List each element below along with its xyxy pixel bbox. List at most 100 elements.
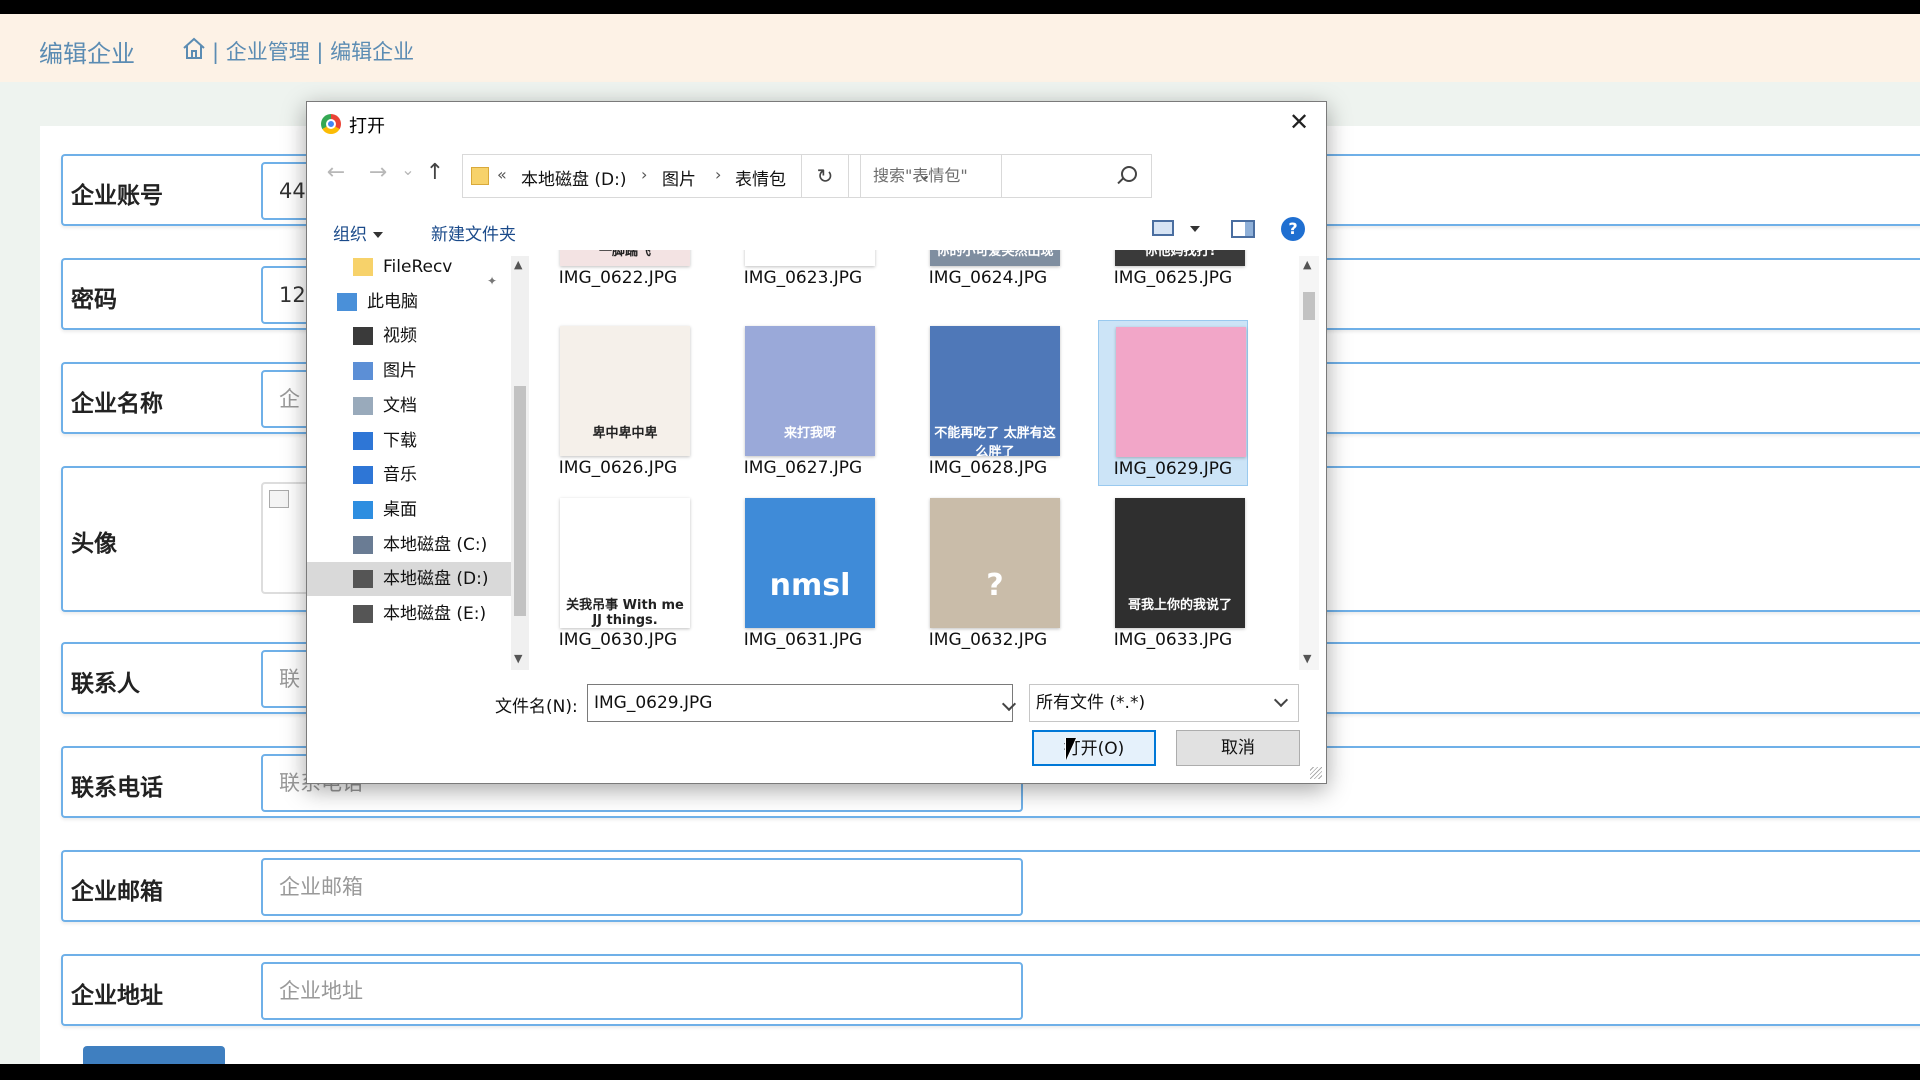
address-label: 企业地址 bbox=[71, 983, 163, 1009]
refresh-icon[interactable]: ↻ bbox=[801, 154, 849, 198]
tree-item[interactable]: 视频 bbox=[307, 319, 511, 353]
files-scrollbar[interactable]: ▲ ▼ bbox=[1299, 256, 1319, 670]
file-name: IMG_0632.JPG bbox=[928, 630, 1048, 650]
address-input[interactable]: 企业地址 bbox=[261, 962, 1023, 1020]
search-input[interactable]: 搜索"表情包" bbox=[860, 154, 1152, 198]
search-icon[interactable] bbox=[1121, 166, 1137, 182]
avatar-upload[interactable] bbox=[261, 482, 311, 594]
file-item[interactable]: 你的小可爱突然出现 IMG_0624.JPG bbox=[913, 250, 1063, 296]
scroll-up-icon[interactable]: ▲ bbox=[514, 258, 522, 271]
filetype-select[interactable]: 所有文件 (*.*) bbox=[1029, 684, 1299, 722]
tree-item[interactable]: 音乐 bbox=[307, 458, 511, 492]
tree-item[interactable]: 桌面 bbox=[307, 493, 511, 527]
chevron-down-icon bbox=[1273, 692, 1289, 708]
file-name: IMG_0631.JPG bbox=[743, 630, 863, 650]
phone-label: 联系电话 bbox=[71, 775, 163, 801]
close-icon[interactable]: ✕ bbox=[1282, 106, 1316, 138]
address-crumb-pictures[interactable]: 图片 bbox=[662, 165, 696, 190]
filename-input[interactable]: IMG_0629.JPG bbox=[587, 684, 1017, 722]
file-item[interactable]: 不能再吃了 太胖有这么胖了 IMG_0628.JPG bbox=[913, 320, 1063, 486]
thumbnail-caption: 一脚踹飞 bbox=[598, 250, 651, 259]
scroll-down-icon[interactable]: ▼ bbox=[1303, 652, 1311, 665]
file-item[interactable]: nmsl IMG_0631.JPG bbox=[728, 492, 878, 658]
scroll-down-icon[interactable]: ▼ bbox=[514, 652, 522, 665]
dialog-titlebar[interactable]: 打开 ✕ bbox=[307, 102, 1326, 142]
thumbnail-caption: 关我吊事 With me JJ things. bbox=[566, 598, 684, 628]
image-thumbnail: nmsl bbox=[745, 498, 875, 628]
tree-item-label: 下载 bbox=[383, 430, 417, 451]
tree-item[interactable]: 本地磁盘 (E:) bbox=[307, 597, 511, 631]
header-bar: 编辑企业 | 企业管理 | 编辑企业 bbox=[0, 14, 1920, 82]
address-crumb-drive[interactable]: 本地磁盘 (D:) bbox=[521, 165, 627, 190]
tree-item[interactable]: 本地磁盘 (D:) bbox=[307, 562, 511, 597]
file-open-dialog: 打开 ✕ ← → ⌄ ↑ « 本地磁盘 (D:) › 图片 › 表情包 ⌄ ↻ … bbox=[306, 101, 1327, 784]
file-item[interactable]: 关我吊事 With me JJ things. IMG_0630.JPG bbox=[543, 492, 693, 658]
files-scroll-thumb[interactable] bbox=[1303, 292, 1315, 320]
tree-scrollbar[interactable]: ▲ ▼ bbox=[511, 256, 529, 670]
tree-item-label: 此电脑 bbox=[367, 291, 418, 312]
tree-item-label: 图片 bbox=[383, 361, 417, 382]
file-item[interactable]: 一脚踹飞 IMG_0622.JPG bbox=[543, 250, 693, 296]
tree-item[interactable]: 图片 bbox=[307, 354, 511, 388]
file-item[interactable]: 哥我上你的我说了 IMG_0633.JPG bbox=[1098, 492, 1248, 658]
navigation-tree: FileRecv ✦ 此电脑视频图片文档下载音乐 桌面本地磁盘 (C:) 本地磁盘 (D… bbox=[307, 250, 511, 670]
file-grid: 一脚踹飞 IMG_0622.JPG IMG_0623.JPG 你的小可爱突然出现 IMG… bbox=[543, 250, 1267, 670]
tree-item[interactable]: FileRecv ✦ bbox=[307, 250, 511, 288]
resize-grip-icon[interactable] bbox=[1310, 767, 1322, 779]
file-name: IMG_0627.JPG bbox=[743, 458, 863, 478]
submit-button[interactable] bbox=[83, 1046, 225, 1064]
thumbnail-caption: 哥我上你的我说了 bbox=[1127, 598, 1232, 613]
file-item[interactable]: 卑中卑中卑 IMG_0626.JPG bbox=[543, 320, 693, 486]
address-sep: › bbox=[641, 165, 648, 184]
home-icon[interactable] bbox=[180, 34, 208, 62]
tree-item-label: 本地磁盘 (C:) bbox=[383, 534, 488, 555]
tree-scroll-thumb[interactable] bbox=[514, 386, 526, 616]
image-thumbnail: 不能再吃了 太胖有这么胖了 bbox=[930, 326, 1060, 456]
tree-item[interactable]: 此电脑 bbox=[307, 285, 511, 319]
image-thumbnail: 来打我呀 bbox=[745, 326, 875, 456]
up-icon[interactable]: ↑ bbox=[422, 160, 448, 185]
drive-c-icon bbox=[353, 535, 373, 554]
file-item[interactable]: IMG_0623.JPG bbox=[728, 250, 878, 296]
image-thumbnail: 哥我上你的我说了 bbox=[1115, 498, 1245, 628]
tree-item[interactable]: 本地磁盘 (C:) bbox=[307, 528, 511, 562]
tree-item[interactable]: 文档 bbox=[307, 389, 511, 423]
file-item[interactable]: ? IMG_0632.JPG bbox=[913, 492, 1063, 658]
scroll-up-icon[interactable]: ▲ bbox=[1303, 258, 1311, 271]
thumbnail-caption: 你的小可爱突然出现 bbox=[936, 250, 1054, 259]
file-item[interactable]: IMG_0629.JPG bbox=[1098, 320, 1248, 486]
dropdown-triangle-icon bbox=[373, 232, 383, 238]
file-item[interactable]: 你他妈找打! IMG_0625.JPG bbox=[1098, 250, 1248, 296]
recent-chevron-icon[interactable]: ⌄ bbox=[395, 160, 421, 179]
tree-item-label: FileRecv bbox=[383, 257, 453, 277]
search-placeholder: 搜索"表情包" bbox=[873, 166, 968, 185]
tree-item[interactable]: 下载 bbox=[307, 424, 511, 458]
email-input[interactable]: 企业邮箱 bbox=[261, 858, 1023, 916]
forward-icon[interactable]: → bbox=[365, 160, 391, 185]
account-label: 企业账号 bbox=[71, 183, 163, 209]
help-icon[interactable]: ? bbox=[1281, 217, 1305, 241]
file-name: IMG_0622.JPG bbox=[558, 268, 678, 288]
thumbnail-caption: 不能再吃了 太胖有这么胖了 bbox=[934, 426, 1056, 456]
open-button[interactable]: 打开(O) bbox=[1032, 730, 1156, 766]
organize-menu[interactable]: 组织 bbox=[333, 220, 383, 245]
breadcrumb[interactable]: | 企业管理 | 编辑企业 bbox=[212, 36, 414, 66]
organize-label: 组织 bbox=[333, 225, 367, 245]
back-icon[interactable]: ← bbox=[323, 160, 349, 185]
preview-pane-icon[interactable] bbox=[1231, 220, 1255, 238]
address-prefix: « bbox=[497, 165, 507, 184]
file-name: IMG_0626.JPG bbox=[558, 458, 678, 478]
cancel-button[interactable]: 取消 bbox=[1176, 730, 1300, 766]
file-item[interactable]: 来打我呀 IMG_0627.JPG bbox=[728, 320, 878, 486]
music-icon bbox=[353, 466, 373, 485]
thumbnail-caption: ? bbox=[986, 568, 1004, 603]
thumbnail-caption: 卑中卑中卑 bbox=[592, 426, 658, 441]
view-mode-icon[interactable] bbox=[1152, 220, 1174, 236]
address-crumb-stickers[interactable]: 表情包 bbox=[735, 165, 786, 190]
broken-image-icon bbox=[269, 490, 289, 508]
chevron-down-icon[interactable] bbox=[1001, 696, 1017, 712]
new-folder-button[interactable]: 新建文件夹 bbox=[431, 220, 516, 245]
view-dropdown-icon[interactable] bbox=[1190, 226, 1200, 232]
avatar-label: 头像 bbox=[71, 531, 117, 557]
image-thumbnail: 你他妈找打! bbox=[1115, 250, 1245, 266]
